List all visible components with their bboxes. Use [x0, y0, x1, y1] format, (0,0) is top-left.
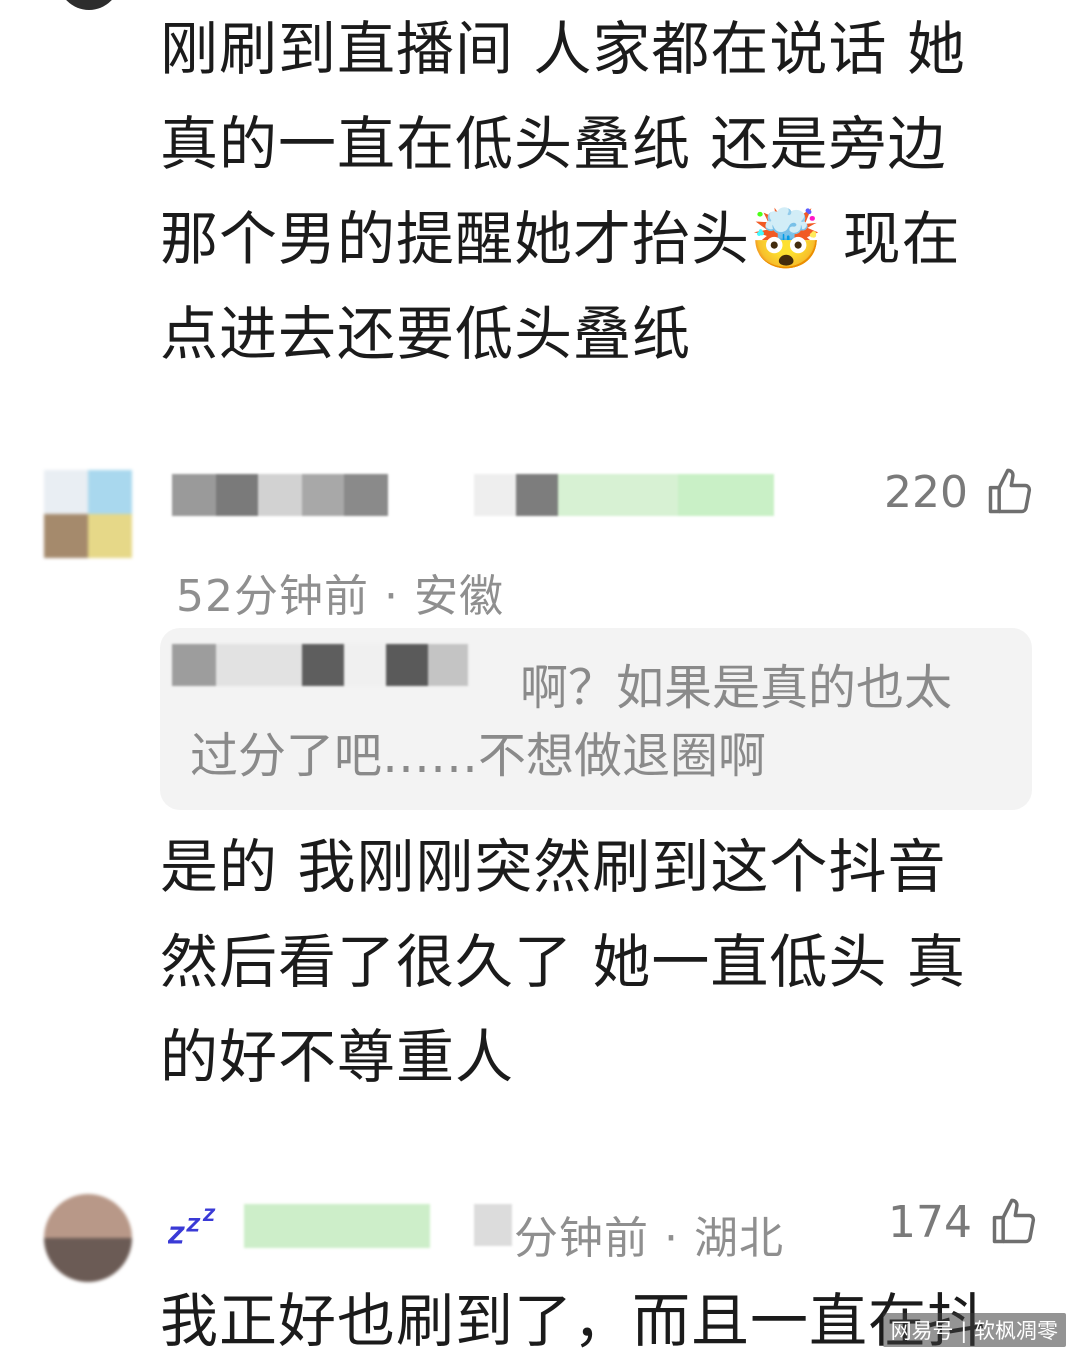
comment-text-1: 刚刷到直播间 人家都在说话 她 真的一直在低头叠纸 还是旁边 那个男的提醒她才抬… — [160, 15, 966, 368]
username-blurred[interactable] — [172, 474, 388, 516]
avatar[interactable] — [44, 1194, 132, 1282]
username-blurred[interactable] — [244, 1204, 430, 1248]
svg-text:Z: Z — [186, 1215, 201, 1236]
like-count-value: 174 — [888, 1196, 972, 1248]
svg-text:Z: Z — [202, 1206, 216, 1225]
comment-time-location: 52分钟前 · 安徽 — [176, 571, 504, 622]
like-count[interactable]: 174 — [888, 1196, 1040, 1248]
zzz-icon: Z Z Z — [168, 1206, 216, 1246]
thumbs-up-icon[interactable] — [988, 1196, 1040, 1248]
previous-avatar-edge[interactable] — [58, 0, 120, 10]
svg-text:Z: Z — [168, 1224, 185, 1246]
watermark: 网易号 | 软枫凋零 — [882, 1313, 1066, 1347]
comment-time-location: 分钟前 · 湖北 — [514, 1213, 784, 1264]
user-badge-blurred — [474, 474, 774, 516]
time-blurred — [474, 1204, 512, 1246]
thumbs-up-icon[interactable] — [984, 466, 1036, 518]
avatar[interactable] — [44, 470, 132, 558]
like-count[interactable]: 220 — [884, 466, 1036, 518]
quoted-reply-text: 啊？如果是真的也太 过分了吧……不想做退圈啊 — [190, 660, 953, 784]
comment-text-2: 是的 我刚刚突然刷到这个抖音 然后看了很久了 她一直低头 真 的好不尊重人 — [160, 833, 966, 1091]
like-count-value: 220 — [884, 466, 968, 518]
